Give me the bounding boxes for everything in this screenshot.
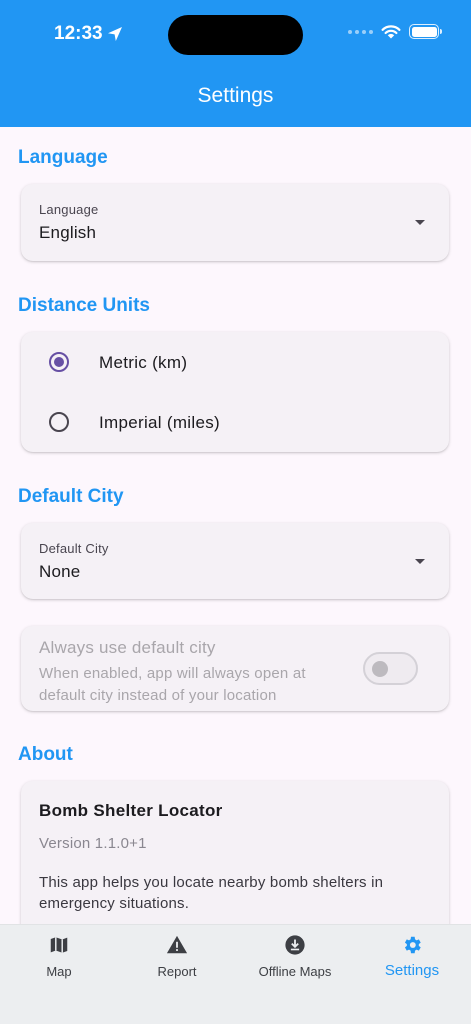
- about-app-name: Bomb Shelter Locator: [39, 801, 223, 820]
- section-title-about: About: [18, 744, 73, 765]
- status-icons: [348, 24, 442, 39]
- battery-icon: [409, 24, 442, 39]
- radio-option-metric[interactable]: Metric (km): [21, 332, 449, 392]
- wifi-icon: [381, 25, 401, 39]
- distance-units-card: Metric (km) Imperial (miles): [21, 332, 449, 452]
- radio-label-metric: Metric (km): [99, 353, 188, 372]
- radio-button-imperial[interactable]: [49, 412, 69, 432]
- language-dropdown-value: English: [39, 223, 97, 242]
- gear-icon: [404, 936, 421, 954]
- radio-button-metric[interactable]: [49, 352, 69, 372]
- page-title: Settings: [197, 84, 274, 107]
- language-dropdown[interactable]: Language English: [21, 184, 449, 261]
- location-arrow-icon: [107, 27, 122, 41]
- language-dropdown-label: Language: [39, 202, 99, 217]
- section-title-default-city: Default City: [18, 486, 124, 507]
- map-icon: [50, 937, 68, 953]
- nav-item-report[interactable]: Report: [118, 925, 236, 1005]
- default-city-dropdown-value: None: [39, 562, 81, 581]
- always-use-default-city-title: Always use default city: [39, 638, 216, 657]
- cellular-icon: [348, 29, 373, 34]
- nav-label-settings: Settings: [384, 962, 440, 979]
- default-city-dropdown[interactable]: Default City None: [21, 523, 449, 599]
- about-card: Bomb Shelter Locator Version 1.1.0+1 Thi…: [21, 781, 449, 924]
- dynamic-island: [168, 15, 303, 55]
- radio-label-imperial: Imperial (miles): [99, 413, 220, 432]
- nav-label-map: Map: [46, 964, 72, 979]
- status-time: 12:33: [54, 23, 123, 45]
- default-city-dropdown-label: Default City: [39, 541, 109, 556]
- download-icon: [285, 935, 305, 955]
- section-title-distance-units: Distance Units: [18, 295, 150, 316]
- nav-item-settings[interactable]: Settings: [353, 925, 471, 1005]
- about-version: Version 1.1.0+1: [39, 835, 147, 852]
- warning-icon: [166, 935, 188, 954]
- app-bar: 12:33 Settings: [0, 0, 471, 127]
- nav-item-map[interactable]: Map: [0, 925, 118, 1005]
- bottom-navigation-bar: Map Report Offline Maps Settings: [0, 924, 471, 1024]
- radio-option-imperial[interactable]: Imperial (miles): [21, 392, 449, 452]
- always-use-default-city-switch[interactable]: [363, 652, 418, 685]
- section-title-language: Language: [18, 147, 108, 168]
- settings-content[interactable]: Language Language English Distance Units…: [0, 127, 471, 924]
- nav-item-offline-maps[interactable]: Offline Maps: [236, 925, 354, 1005]
- dropdown-arrow-icon: [415, 559, 425, 564]
- always-use-default-city-tile[interactable]: Always use default city When enabled, ap…: [21, 626, 449, 711]
- switch-thumb: [372, 661, 388, 677]
- nav-label-report: Report: [157, 964, 197, 979]
- dropdown-arrow-icon: [415, 220, 425, 225]
- always-use-default-city-subtitle: When enabled, app will always open at de…: [39, 665, 306, 704]
- about-description: This app helps you locate nearby bomb sh…: [39, 874, 384, 912]
- nav-label-offline-maps: Offline Maps: [258, 964, 332, 979]
